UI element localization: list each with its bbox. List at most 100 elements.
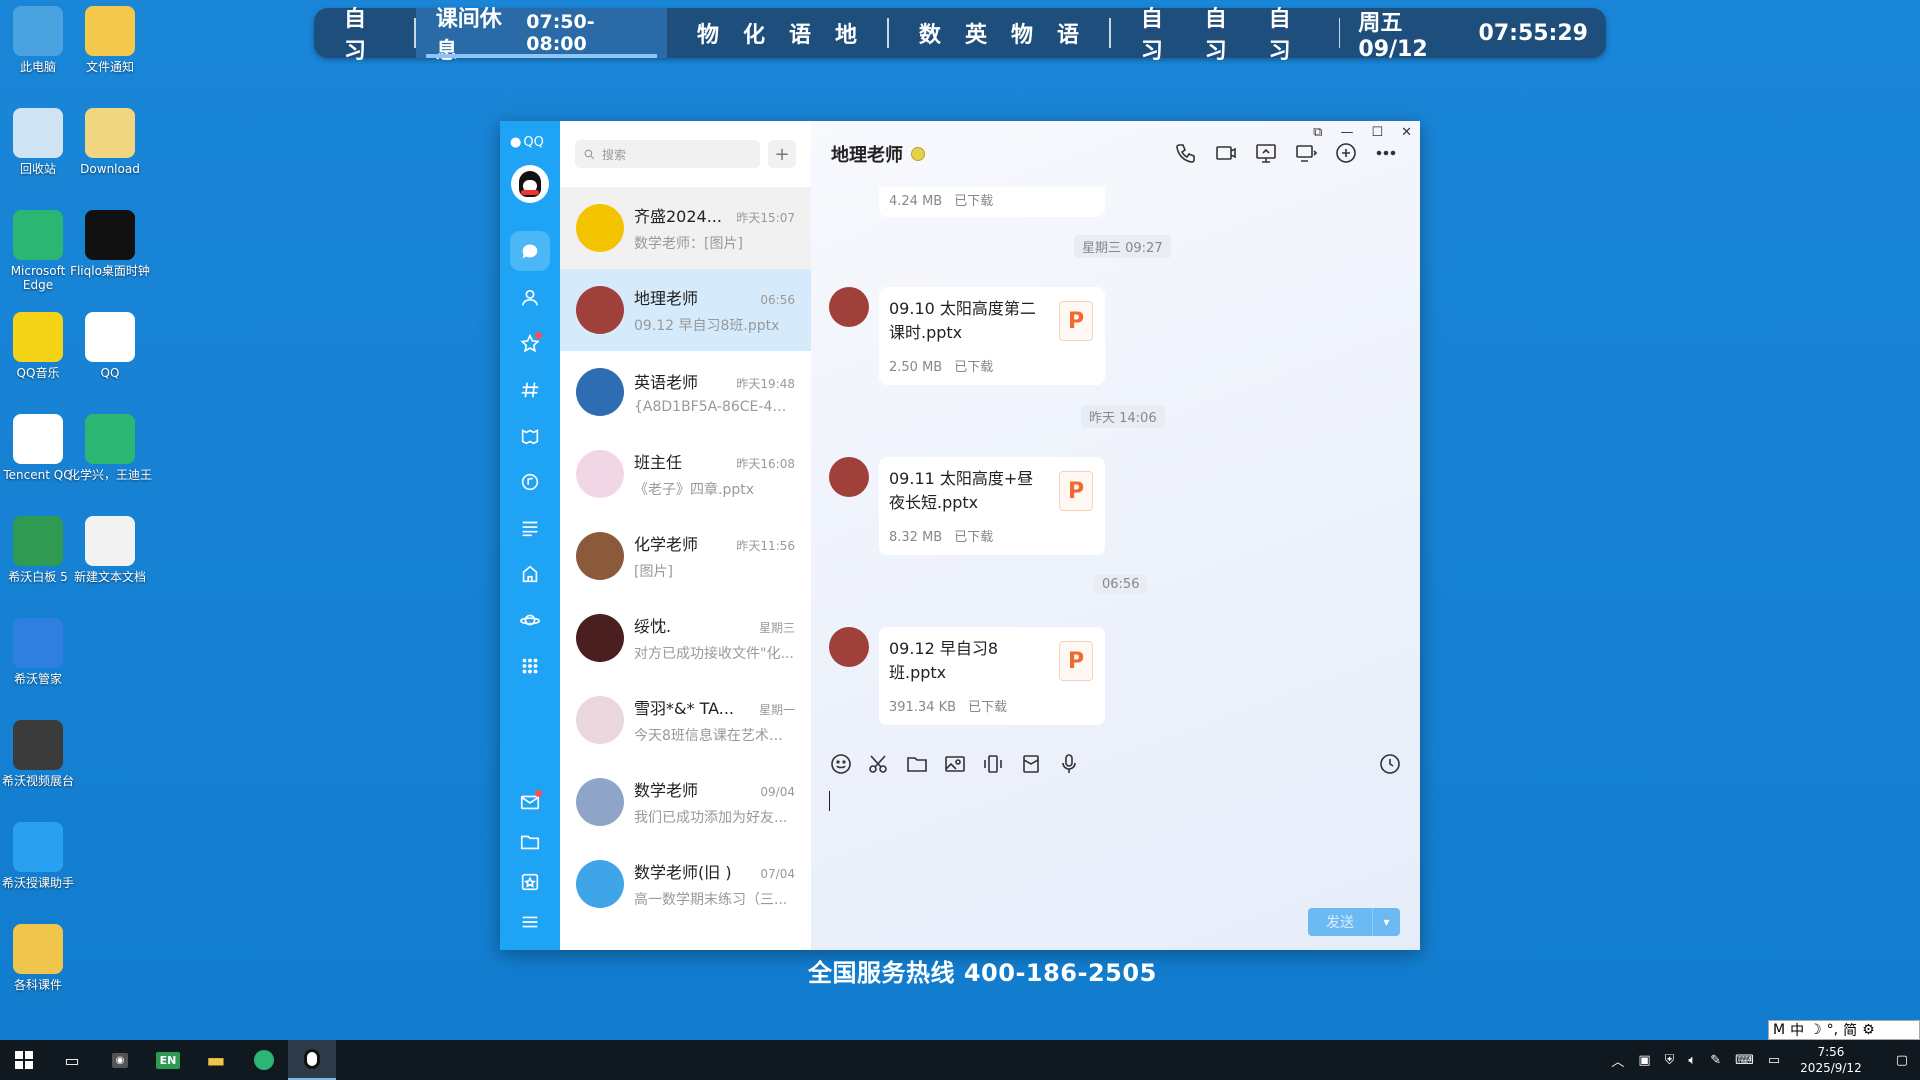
taskbar-file-explorer[interactable]: ▬ bbox=[192, 1040, 240, 1080]
image-icon[interactable] bbox=[943, 752, 967, 776]
schedule-item: 英 bbox=[964, 23, 987, 48]
nav-planet[interactable] bbox=[510, 600, 550, 640]
remote-assist-icon[interactable] bbox=[1294, 141, 1318, 165]
pen-icon[interactable]: ✎ bbox=[1710, 1053, 1721, 1068]
conversation-item[interactable]: 英语老师 昨天19:48 {A8D1BF5A-86CE-468... bbox=[560, 351, 811, 433]
nav-bookmarks[interactable] bbox=[510, 862, 550, 902]
send-file-icon[interactable] bbox=[905, 752, 929, 776]
ime-moon-icon[interactable]: ☽ bbox=[1809, 1022, 1822, 1038]
conversation-item[interactable]: 班主任 昨天16:08 《老子》四章.pptx bbox=[560, 433, 811, 515]
emoji-icon[interactable] bbox=[829, 752, 853, 776]
tray-expand-chevron-icon[interactable]: ︿ bbox=[1611, 1051, 1624, 1070]
volume-icon[interactable]: 🔈︎ bbox=[1688, 1053, 1696, 1068]
more-options-icon[interactable] bbox=[1374, 141, 1398, 165]
search-input[interactable]: 搜索 bbox=[575, 140, 760, 168]
voice-call-icon[interactable] bbox=[1174, 141, 1198, 165]
taskbar-edge[interactable] bbox=[240, 1040, 288, 1080]
conversation-item[interactable]: 地理老师 06:56 09.12 早自习8班.pptx bbox=[560, 269, 811, 351]
conversation-item[interactable]: 化学老师 昨天11:56 [图片] bbox=[560, 515, 811, 597]
history-clock-icon[interactable] bbox=[1378, 752, 1402, 776]
nav-docs[interactable] bbox=[510, 508, 550, 548]
ime-logo-icon[interactable]: M bbox=[1773, 1022, 1785, 1038]
desktop-icon[interactable]: Fliqlo桌面时钟 bbox=[68, 210, 152, 278]
microphone-icon[interactable] bbox=[1057, 752, 1081, 776]
network-icon[interactable]: ▣ bbox=[1638, 1053, 1650, 1068]
desktop-icon[interactable]: 文件通知 bbox=[68, 6, 152, 74]
screen-share-icon[interactable] bbox=[1254, 141, 1278, 165]
start-button[interactable] bbox=[0, 1040, 48, 1080]
nav-mail[interactable] bbox=[510, 782, 550, 822]
nav-games[interactable] bbox=[510, 416, 550, 456]
conversation-item[interactable]: 齐盛2024... 昨天15:07 数学老师：[图片] bbox=[560, 187, 811, 269]
desktop-icon[interactable]: Download bbox=[68, 108, 152, 176]
taskbar-camera-app[interactable]: ◉ bbox=[96, 1040, 144, 1080]
desktop-icon[interactable]: 各科课件 bbox=[0, 924, 80, 992]
conversation-name: 英语老师 bbox=[634, 373, 699, 392]
ime-variant[interactable]: 简 bbox=[1843, 1020, 1857, 1040]
conversation-time: 07/04 bbox=[760, 867, 795, 881]
desktop-icon[interactable]: 新建文本文档 bbox=[68, 516, 152, 584]
hotline-text: 全国服务热线 400-186-2505 bbox=[808, 959, 1157, 987]
file-message-card[interactable]: 09.10 太阳高度第二课时.pptx P 2.50 MB 已下载 bbox=[879, 287, 1105, 385]
nav-messages[interactable] bbox=[510, 231, 550, 271]
display-icon[interactable]: ▭ bbox=[1768, 1053, 1780, 1068]
add-member-icon[interactable] bbox=[1334, 141, 1358, 165]
nav-more-apps[interactable] bbox=[510, 646, 550, 686]
desktop-icon[interactable]: QQ bbox=[68, 312, 152, 380]
desktop-icon-label: 希沃视频展台 bbox=[1, 774, 74, 788]
conversation-item[interactable]: 绥忱. 星期三 对方已成功接收文件"化... bbox=[560, 597, 811, 679]
notification-center-icon[interactable]: ▢ bbox=[1896, 1053, 1908, 1068]
send-options-chevron-icon[interactable]: ▾ bbox=[1372, 908, 1400, 936]
ime-settings-gear-icon[interactable]: ⚙ bbox=[1862, 1022, 1875, 1038]
nav-apps[interactable] bbox=[510, 554, 550, 594]
shake-icon[interactable] bbox=[981, 752, 1005, 776]
sender-avatar[interactable] bbox=[829, 627, 869, 667]
chat-bubble-icon bbox=[522, 244, 538, 259]
conversation-preview: {A8D1BF5A-86CE-468... bbox=[634, 399, 795, 415]
video-call-icon[interactable] bbox=[1214, 141, 1238, 165]
user-avatar[interactable] bbox=[511, 165, 549, 203]
qq-penguin-icon bbox=[304, 1049, 320, 1069]
taskbar-whiteboard-app[interactable]: EN bbox=[144, 1040, 192, 1080]
taskbar-clock[interactable]: 7:56 2025/9/12 bbox=[1800, 1044, 1862, 1076]
nav-channels[interactable] bbox=[510, 370, 550, 410]
file-message-card[interactable]: 09.11 太阳高度+昼夜长短.pptx P 8.32 MB 已下载 bbox=[879, 457, 1105, 555]
conversation-text: 绥忱. 星期三 对方已成功接收文件"化... bbox=[634, 613, 795, 663]
qq-penguin-icon: ● bbox=[510, 135, 522, 150]
security-shield-icon[interactable]: ⛨ bbox=[1665, 1053, 1675, 1068]
file-name: 09.11 太阳高度+昼夜长短.pptx bbox=[889, 469, 1034, 512]
schedule-item: 自习 bbox=[1204, 7, 1227, 64]
taskbar-qq[interactable] bbox=[288, 1040, 336, 1080]
red-packet-icon[interactable] bbox=[1019, 752, 1043, 776]
desktop-icon[interactable]: 希沃视频展台 bbox=[0, 720, 80, 788]
desktop-icon[interactable]: 化学兴，王迪王 bbox=[68, 414, 152, 482]
conversation-preview: 今天8班信息课在艺术楼... bbox=[634, 728, 795, 744]
file-name: 09.10 太阳高度第二课时.pptx bbox=[889, 299, 1036, 342]
sender-avatar[interactable] bbox=[829, 457, 869, 497]
ime-mode[interactable]: 中 bbox=[1790, 1020, 1804, 1040]
send-button[interactable]: 发送 bbox=[1308, 908, 1372, 936]
nav-files[interactable] bbox=[510, 822, 550, 862]
desktop-icon[interactable]: 希沃管家 bbox=[0, 618, 80, 686]
file-message-card[interactable]: 4.24 MB 已下载 bbox=[879, 187, 1105, 217]
nav-music[interactable] bbox=[510, 462, 550, 502]
conversation-item[interactable]: 数学老师(旧 ) 07/04 高一数学期末练习（三... bbox=[560, 843, 811, 925]
planet-icon bbox=[520, 614, 540, 626]
qq-window: ● QQ 搜索 + 齐盛2024... 昨天15:07 数学老师：[图片] 地理… bbox=[500, 121, 1420, 950]
nav-contacts[interactable] bbox=[510, 278, 550, 318]
ime-punctuation-icon[interactable]: °, bbox=[1827, 1022, 1838, 1038]
nav-favorites[interactable] bbox=[510, 324, 550, 364]
conversation-item[interactable]: 雪羽*&* TA... 星期一 今天8班信息课在艺术楼... bbox=[560, 679, 811, 761]
file-meta: 8.32 MB 已下载 bbox=[889, 526, 993, 545]
screenshot-scissors-icon[interactable] bbox=[867, 752, 891, 776]
nav-main-menu[interactable] bbox=[510, 902, 550, 942]
conversation-item[interactable]: 数学老师 09/04 我们已成功添加为好友... bbox=[560, 761, 811, 843]
file-message-card[interactable]: 09.12 早自习8班.pptx P 391.34 KB 已下载 bbox=[879, 627, 1105, 725]
keyboard-icon[interactable]: ⌨ bbox=[1735, 1053, 1754, 1068]
desktop-icon[interactable]: 希沃授课助手 bbox=[0, 822, 80, 890]
message-input[interactable] bbox=[829, 785, 1402, 885]
conversation-name: 齐盛2024... bbox=[634, 207, 722, 226]
task-view-button[interactable]: ▭ bbox=[48, 1040, 96, 1080]
sender-avatar[interactable] bbox=[829, 287, 869, 327]
add-button[interactable]: + bbox=[768, 140, 796, 168]
